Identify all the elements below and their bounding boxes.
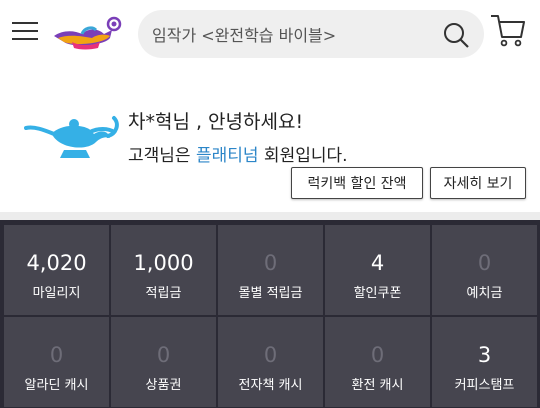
stat-value: 1,000	[133, 251, 194, 275]
stat-value: 0	[263, 251, 278, 275]
benefits-grid: 4,020 마일리지 1,000 적립금 0 몰별 적립금 4 할인쿠폰 0 예…	[0, 220, 540, 408]
stat-label: 마일리지	[32, 286, 81, 301]
stat-value: 4,020	[26, 251, 87, 275]
stat-coupon[interactable]: 4 할인쿠폰	[325, 225, 430, 315]
stat-label: 예치금	[466, 286, 503, 301]
stat-exchange-cash[interactable]: 0 환전 캐시	[325, 317, 430, 407]
stat-label: 몰별 적립금	[238, 286, 303, 301]
stat-value: 3	[477, 343, 492, 367]
stat-coffee-stamp[interactable]: 3 커피스탬프	[432, 317, 537, 407]
menu-icon[interactable]	[12, 20, 38, 40]
aladdin-lamp-logo[interactable]	[52, 12, 124, 52]
lucky-bag-balance-button[interactable]: 럭키백 할인 잔액	[291, 167, 423, 199]
view-details-button[interactable]: 자세히 보기	[430, 167, 526, 199]
stat-label: 환전 캐시	[351, 378, 404, 393]
stat-value: 0	[370, 343, 385, 367]
stat-gift-card[interactable]: 0 상품권	[111, 317, 216, 407]
greeting-title: 차*혁님 , 안녕하세요!	[128, 111, 304, 133]
membership-suffix: 회원입니다.	[258, 146, 348, 166]
stat-label: 할인쿠폰	[353, 286, 402, 301]
stat-value: 4	[370, 251, 385, 275]
stat-value: 0	[156, 343, 171, 367]
stat-label: 알라딘 캐시	[24, 378, 89, 393]
stat-label: 적립금	[145, 286, 182, 301]
genie-lamp-icon	[24, 116, 119, 158]
search-icon[interactable]	[442, 21, 470, 49]
stat-value: 0	[49, 343, 64, 367]
stat-reserve[interactable]: 1,000 적립금	[111, 225, 216, 315]
stat-value: 0	[477, 251, 492, 275]
stat-label: 상품권	[145, 378, 182, 393]
search-bar	[138, 10, 484, 58]
search-input[interactable]	[150, 18, 444, 52]
membership-grade[interactable]: 플래티넘	[196, 146, 259, 166]
membership-line: 고객님은 플래티넘 회원입니다.	[128, 141, 348, 166]
stat-deposit[interactable]: 0 예치금	[432, 225, 537, 315]
stat-mileage[interactable]: 4,020 마일리지	[4, 225, 109, 315]
membership-prefix: 고객님은	[128, 146, 196, 166]
stat-aladin-cash[interactable]: 0 알라딘 캐시	[4, 317, 109, 407]
section-divider	[0, 212, 540, 220]
stat-label: 커피스탬프	[454, 378, 515, 393]
stat-mall-reserve[interactable]: 0 몰별 적립금	[218, 225, 323, 315]
stat-label: 전자책 캐시	[238, 378, 303, 393]
header	[0, 0, 540, 66]
stat-value: 0	[263, 343, 278, 367]
stat-ebook-cash[interactable]: 0 전자책 캐시	[218, 317, 323, 407]
cart-icon[interactable]	[490, 13, 526, 47]
